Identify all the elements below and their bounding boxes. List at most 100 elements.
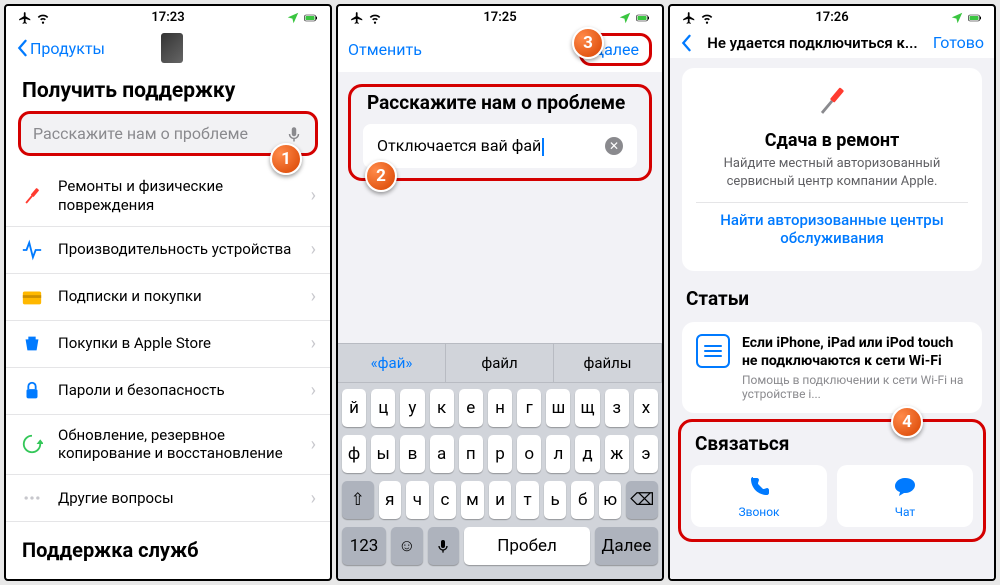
key-letter[interactable]: т <box>516 481 539 519</box>
key-next[interactable]: Далее <box>595 527 658 565</box>
suggestion[interactable]: файлы <box>554 344 662 382</box>
chevron-right-icon: › <box>311 488 316 509</box>
articles-heading: Статьи <box>670 281 994 316</box>
list-item[interactable]: Обновление, резервное копирование и восс… <box>6 415 330 476</box>
chevron-right-icon: › <box>311 286 316 307</box>
screen-2: 17:25 Отменить 3 Далее Расскажите нам о … <box>336 4 664 581</box>
key-letter[interactable]: х <box>634 389 658 427</box>
step-badge-1: 1 <box>270 143 302 175</box>
list-item[interactable]: Подписки и покупки› <box>6 274 330 321</box>
back-button[interactable] <box>680 34 692 52</box>
search-placeholder: Расскажите нам о проблеме <box>33 124 248 143</box>
chat-button[interactable]: Чат <box>837 465 973 527</box>
nav-bar: Не удается подключиться к... Готово <box>670 27 994 58</box>
status-bar: 17:25 <box>338 6 662 27</box>
screwdriver-icon <box>808 77 856 125</box>
chevron-right-icon: › <box>311 333 316 354</box>
status-bar: 17:26 <box>670 6 994 27</box>
key-space[interactable]: Пробел <box>464 527 590 565</box>
list-item[interactable]: Производительность устройства› <box>6 227 330 274</box>
card-title: Сдача в ремонт <box>696 130 968 151</box>
list-item[interactable]: Покупки в Apple Store› <box>6 321 330 368</box>
card-subtitle: Найдите местный авторизованный сервисный… <box>696 155 968 190</box>
key-letter[interactable]: п <box>459 435 483 473</box>
list-item[interactable]: Пароли и безопасность› <box>6 368 330 415</box>
input-label: Расскажите нам о проблеме <box>351 87 649 124</box>
key-letter[interactable]: э <box>634 435 658 473</box>
call-button[interactable]: Звонок <box>691 465 827 527</box>
page-title: Получить поддержку <box>6 69 330 111</box>
chevron-left-icon <box>16 39 28 57</box>
article-title: Если iPhone, iPad или iPod touch не подк… <box>742 334 968 370</box>
key-letter[interactable]: м <box>461 481 484 519</box>
key-letter[interactable]: з <box>605 389 629 427</box>
key-letter[interactable]: б <box>571 481 594 519</box>
key-letter[interactable]: ж <box>605 435 629 473</box>
key-letter[interactable]: в <box>400 435 424 473</box>
find-centers-link[interactable]: Найти авторизованные центры обслуживания <box>696 202 968 255</box>
battery-icon <box>636 11 650 25</box>
key-letter[interactable]: ю <box>599 481 622 519</box>
nav-bar: Продукты <box>6 27 330 69</box>
key-letter[interactable]: с <box>434 481 457 519</box>
nav-bar: Отменить 3 Далее <box>338 27 662 72</box>
key-letter[interactable]: щ <box>575 389 599 427</box>
list-item[interactable]: Другие вопросы› <box>6 475 330 522</box>
wifi-icon <box>368 11 382 25</box>
location-icon <box>286 11 300 25</box>
list-item[interactable]: Ремонты и физические повреждения› <box>6 166 330 227</box>
keyboard: «фай» файл файлы йцукенгшщзх фывапролджэ… <box>338 343 662 579</box>
key-letter[interactable]: ц <box>371 389 395 427</box>
key-letter[interactable]: л <box>546 435 570 473</box>
suggestion[interactable]: «фай» <box>338 344 446 382</box>
back-button[interactable]: Продукты <box>16 39 105 58</box>
back-label: Продукты <box>30 39 105 58</box>
key-letter[interactable]: я <box>379 481 402 519</box>
chat-icon <box>893 475 917 499</box>
status-time: 17:26 <box>815 10 848 25</box>
status-bar: 17:23 <box>6 6 330 27</box>
call-label: Звонок <box>691 505 827 519</box>
done-button[interactable]: Готово <box>933 33 984 52</box>
mic-icon[interactable] <box>285 125 303 143</box>
key-letter[interactable]: к <box>430 389 454 427</box>
chevron-right-icon: › <box>311 434 316 455</box>
article-icon <box>696 334 730 368</box>
problem-input[interactable]: Отключается вай фай ✕ <box>363 124 637 168</box>
chevron-right-icon: › <box>311 185 316 206</box>
device-thumbnail <box>161 33 183 63</box>
key-emoji[interactable]: ☺ <box>391 527 422 565</box>
key-letter[interactable]: о <box>517 435 541 473</box>
form-body: Расскажите нам о проблеме Отключается ва… <box>338 72 662 343</box>
key-letter[interactable]: н <box>488 389 512 427</box>
airplane-icon <box>682 11 696 25</box>
clear-button[interactable]: ✕ <box>605 137 623 155</box>
key-backspace[interactable]: ⌫ <box>626 481 658 519</box>
key-letter[interactable]: р <box>488 435 512 473</box>
key-letter[interactable]: ч <box>406 481 429 519</box>
section-heading: Поддержка служб <box>6 522 330 568</box>
key-letter[interactable]: и <box>489 481 512 519</box>
cancel-button[interactable]: Отменить <box>348 40 422 59</box>
article-item[interactable]: Если iPhone, iPad или iPod touch не подк… <box>682 322 982 413</box>
key-123[interactable]: 123 <box>342 527 386 565</box>
text-cursor <box>542 138 544 156</box>
key-letter[interactable]: а <box>430 435 454 473</box>
key-letter[interactable]: ф <box>342 435 366 473</box>
key-letter[interactable]: ш <box>546 389 570 427</box>
key-letter[interactable]: ы <box>371 435 395 473</box>
airplane-icon <box>18 11 32 25</box>
phone-icon <box>747 475 771 499</box>
key-letter[interactable]: д <box>575 435 599 473</box>
topic-list: Ремонты и физические повреждения› Произв… <box>6 166 330 522</box>
key-letter[interactable]: ь <box>544 481 567 519</box>
key-letter[interactable]: й <box>342 389 366 427</box>
chevron-right-icon: › <box>311 239 316 260</box>
key-letter[interactable]: е <box>459 389 483 427</box>
wifi-icon <box>36 11 50 25</box>
key-mic[interactable] <box>428 527 459 565</box>
key-letter[interactable]: г <box>517 389 541 427</box>
suggestion[interactable]: файл <box>446 344 554 382</box>
key-letter[interactable]: у <box>400 389 424 427</box>
key-shift[interactable]: ⇧ <box>342 481 374 519</box>
